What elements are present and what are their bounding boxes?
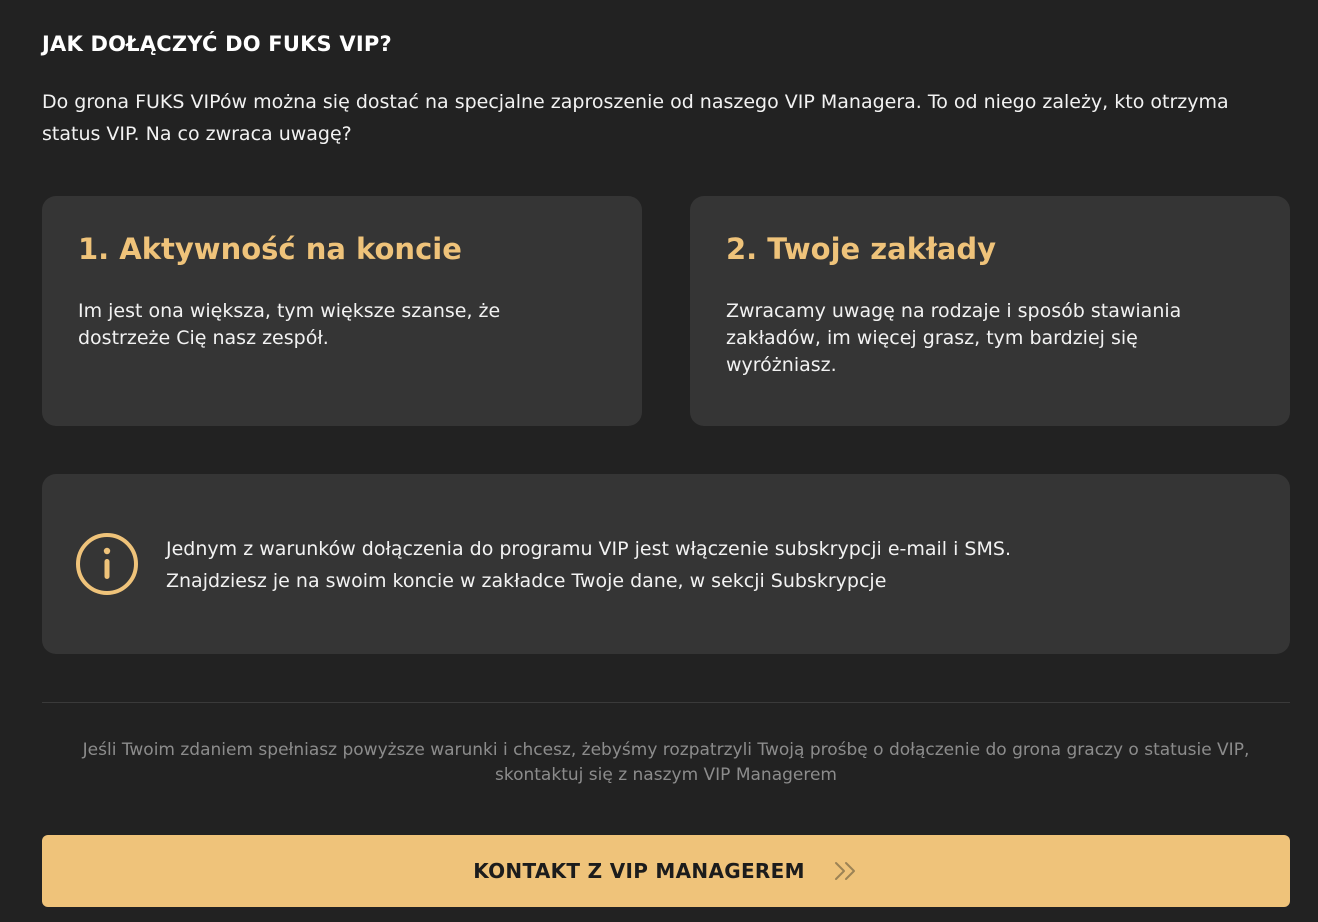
card-account-activity: 1. Aktywność na koncie Im jest ona więks… — [42, 196, 642, 426]
card-title: 1. Aktywność na koncie — [78, 232, 462, 266]
page-title: JAK DOŁĄCZYĆ DO FUKS VIP? — [42, 32, 392, 56]
info-line-1: Jednym z warunków dołączenia do programu… — [166, 538, 1011, 560]
contact-note: Jeśli Twoim zdaniem spełniasz powyższe w… — [82, 740, 1250, 785]
vip-join-section: JAK DOŁĄCZYĆ DO FUKS VIP? Do grona FUKS … — [0, 0, 1318, 922]
contact-vip-manager-button[interactable]: KONTAKT Z VIP MANAGEREM — [42, 835, 1290, 907]
info-icon — [75, 532, 139, 596]
intro-text: Do grona FUKS VIPów można się dostać na … — [42, 91, 1229, 145]
card-title: 2. Twoje zakłady — [726, 232, 997, 266]
card-text: Zwracamy uwagę na rodzaje i sposób stawi… — [726, 300, 1182, 376]
divider — [42, 702, 1290, 703]
double-chevron-right-icon — [833, 860, 859, 882]
info-line-2: Znajdziesz je na swoim koncie w zakładce… — [166, 570, 887, 592]
cta-label: KONTAKT Z VIP MANAGEREM — [473, 859, 805, 883]
subscription-info-box: Jednym z warunków dołączenia do programu… — [42, 474, 1290, 654]
card-your-bets: 2. Twoje zakłady Zwracamy uwagę na rodza… — [690, 196, 1290, 426]
card-text: Im jest ona większa, tym większe szanse,… — [78, 300, 501, 349]
info-text: Jednym z warunków dołączenia do programu… — [166, 533, 1246, 597]
